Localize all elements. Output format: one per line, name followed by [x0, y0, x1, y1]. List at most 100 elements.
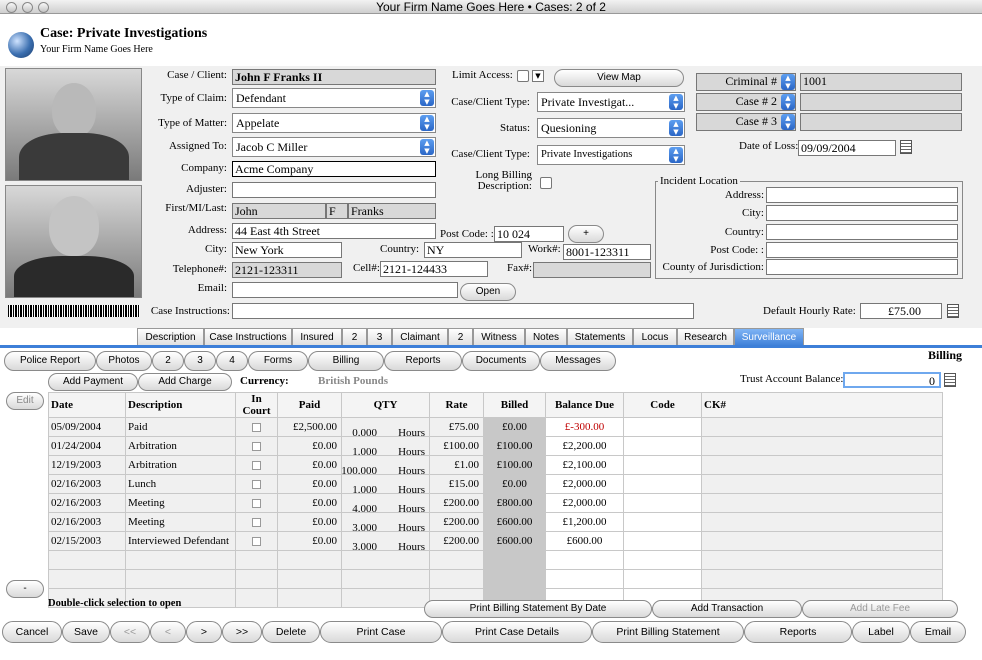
col-in-court[interactable]: In Court — [235, 392, 278, 418]
assigned-to-select[interactable]: Jacob C Miller ▲ ▼ — [232, 137, 436, 157]
label-button[interactable]: Label — [852, 621, 910, 643]
reports-button[interactable]: Reports — [744, 621, 852, 643]
middle-initial-field[interactable]: F — [326, 203, 348, 219]
col-code[interactable]: Code — [623, 392, 702, 418]
tab-claimant[interactable]: Claimant — [392, 328, 448, 346]
type-of-matter-select[interactable]: Appelate ▲ ▼ — [232, 113, 436, 133]
tab-claimant-2[interactable]: 2 — [448, 328, 473, 346]
delete-row-button[interactable]: - — [6, 580, 44, 598]
incident-country-field[interactable] — [766, 224, 958, 240]
col-qty[interactable]: QTY — [341, 392, 430, 418]
calendar-icon[interactable] — [900, 140, 912, 154]
delete-button[interactable]: Delete — [262, 621, 320, 643]
tab-witness[interactable]: Witness — [473, 328, 525, 346]
table-row[interactable]: 12/19/2003 Arbitration £0.00 100.000 Hours £1… — [48, 455, 943, 475]
tab-description[interactable]: Description — [137, 328, 204, 346]
print-billing-by-date-button[interactable]: Print Billing Statement By Date — [424, 600, 652, 618]
subtab-police-report[interactable]: Police Report — [4, 351, 96, 371]
incident-city-field[interactable] — [766, 205, 958, 221]
table-row[interactable]: 05/09/2004 Paid £2,500.00 0.000 Hours £75.00 £… — [48, 417, 943, 437]
criminal-stepper-icon[interactable]: ▲ ▼ — [781, 74, 795, 90]
col-description[interactable]: Description — [125, 392, 236, 418]
email-field[interactable] — [232, 282, 458, 298]
subtab-photos[interactable]: Photos — [96, 351, 152, 371]
previous-record-button[interactable]: < — [150, 621, 186, 643]
email-button[interactable]: Email — [910, 621, 966, 643]
county-field[interactable] — [766, 259, 958, 275]
subtab-photos-4[interactable]: 4 — [216, 351, 248, 371]
edit-button[interactable]: Edit — [6, 392, 44, 410]
case2-field[interactable] — [800, 93, 962, 111]
tab-insured[interactable]: Insured — [292, 328, 342, 346]
empty-table-row[interactable] — [48, 550, 943, 570]
col-rate[interactable]: Rate — [429, 392, 484, 418]
company-field[interactable]: Acme Company — [232, 161, 436, 177]
col-billed[interactable]: Billed — [483, 392, 546, 418]
cell-field[interactable]: 2121-124433 — [380, 261, 488, 277]
minimize-window-icon[interactable] — [22, 2, 33, 13]
tab-case-instructions[interactable]: Case Instructions — [204, 328, 292, 346]
case2-stepper-icon[interactable]: ▲ ▼ — [781, 94, 795, 110]
tab-research[interactable]: Research — [677, 328, 734, 346]
in-court-checkbox[interactable] — [252, 479, 261, 489]
add-late-fee-button[interactable]: Add Late Fee — [802, 600, 958, 618]
empty-table-row[interactable] — [48, 569, 943, 589]
calculator-icon[interactable] — [944, 373, 956, 387]
criminal-field[interactable]: 1001 — [800, 73, 962, 91]
adjuster-field[interactable] — [232, 182, 436, 198]
add-charge-button[interactable]: Add Charge — [138, 373, 232, 391]
case-instructions-field[interactable] — [232, 303, 694, 319]
post-code-field[interactable]: 10 024 — [494, 226, 564, 242]
last-name-field[interactable]: Franks — [348, 203, 436, 219]
country-field[interactable]: NY — [424, 242, 522, 258]
subtab-documents[interactable]: Documents — [462, 351, 540, 371]
in-court-checkbox[interactable] — [252, 536, 261, 546]
tab-surveillance[interactable]: Surveillance — [734, 328, 804, 346]
incident-post-code-field[interactable] — [766, 242, 958, 258]
subtab-photos-2[interactable]: 2 — [152, 351, 184, 371]
view-map-button[interactable]: View Map — [554, 69, 684, 87]
work-field[interactable]: 8001-123311 — [563, 244, 651, 260]
limit-access-checkbox[interactable] — [517, 70, 529, 82]
add-button[interactable]: + — [568, 225, 604, 243]
case-client-type-select[interactable]: Private Investigat... ▲ ▼ — [537, 92, 685, 112]
in-court-checkbox[interactable] — [252, 517, 261, 527]
tab-insured-2[interactable]: 2 — [342, 328, 367, 346]
case3-field[interactable] — [800, 113, 962, 131]
col-ck[interactable]: CK# — [701, 392, 943, 418]
trust-balance-field[interactable]: 0 — [843, 372, 941, 388]
tab-notes[interactable]: Notes — [525, 328, 567, 346]
save-button[interactable]: Save — [62, 621, 110, 643]
tab-locus[interactable]: Locus — [633, 328, 677, 346]
subtab-reports[interactable]: Reports — [384, 351, 462, 371]
col-balance-due[interactable]: Balance Due — [545, 392, 624, 418]
table-row[interactable]: 02/16/2003 Lunch £0.00 1.000 Hours £15.00 £0.0… — [48, 474, 943, 494]
close-window-icon[interactable] — [6, 2, 17, 13]
subtab-photos-3[interactable]: 3 — [184, 351, 216, 371]
fax-field[interactable] — [533, 262, 651, 278]
case-client-type2-select[interactable]: Private Investigations ▲ ▼ — [537, 145, 685, 165]
table-row[interactable]: 01/24/2004 Arbitration £0.00 1.000 Hours £100… — [48, 436, 943, 456]
last-record-button[interactable]: >> — [222, 621, 262, 643]
add-payment-button[interactable]: Add Payment — [48, 373, 138, 391]
status-select[interactable]: Quesioning ▲ ▼ — [537, 118, 685, 138]
col-date[interactable]: Date — [48, 392, 126, 418]
city-field[interactable]: New York — [232, 242, 342, 258]
long-billing-checkbox[interactable] — [540, 177, 552, 189]
in-court-checkbox[interactable] — [252, 498, 261, 508]
add-transaction-button[interactable]: Add Transaction — [652, 600, 802, 618]
in-court-checkbox[interactable] — [252, 441, 261, 451]
date-of-loss-field[interactable]: 09/09/2004 — [798, 140, 896, 156]
telephone-field[interactable]: 2121-123311 — [232, 262, 342, 278]
incident-address-field[interactable] — [766, 187, 958, 203]
tab-insured-3[interactable]: 3 — [367, 328, 392, 346]
print-case-details-button[interactable]: Print Case Details — [442, 621, 592, 643]
address-field[interactable]: 44 East 4th Street — [232, 223, 436, 239]
subtab-billing[interactable]: Billing — [308, 351, 384, 371]
in-court-checkbox[interactable] — [252, 422, 261, 432]
print-case-button[interactable]: Print Case — [320, 621, 442, 643]
tab-statements[interactable]: Statements — [567, 328, 633, 346]
table-row[interactable]: 02/15/2003 Interviewed Defendant £0.00 3.00… — [48, 531, 943, 551]
subtab-messages[interactable]: Messages — [540, 351, 616, 371]
open-button[interactable]: Open — [460, 283, 516, 301]
